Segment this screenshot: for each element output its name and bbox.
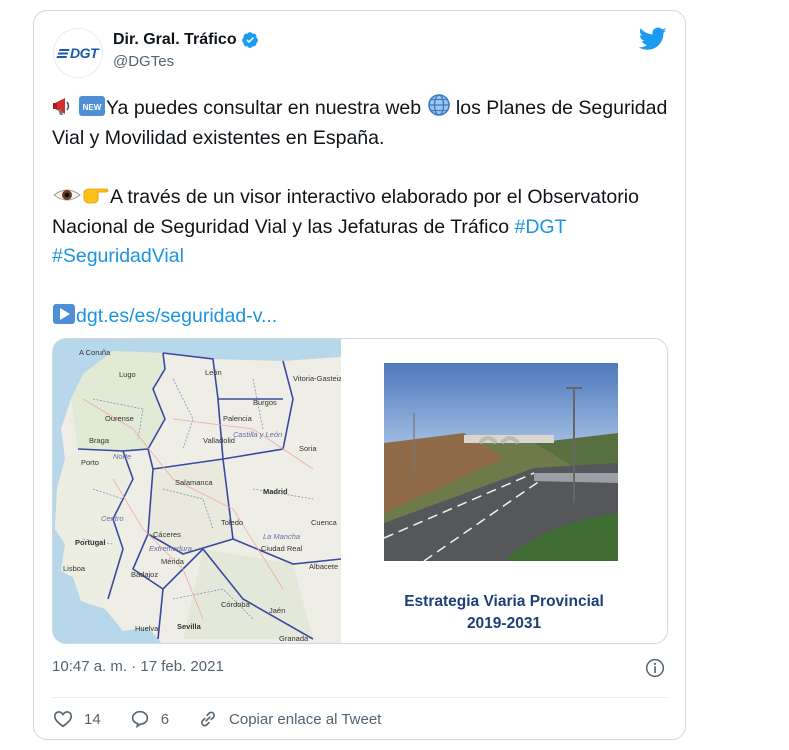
megaphone-icon	[53, 98, 70, 115]
heart-icon	[53, 711, 73, 728]
tweet-paragraph-3: dgt.es/es/seguridad-v...	[52, 302, 672, 332]
verified-badge-icon	[241, 32, 258, 48]
svg-text:Albacete: Albacete	[309, 562, 338, 571]
cover-title: Estrategia Viaria Provincial 2019-2031	[341, 591, 667, 635]
svg-text:Braga: Braga	[89, 436, 110, 445]
svg-text:Mérida: Mérida	[161, 557, 185, 566]
eye-icon	[53, 189, 81, 201]
svg-text:Vitoria-Gasteiz: Vitoria-Gasteiz	[293, 374, 341, 383]
svg-text:Lisboa: Lisboa	[63, 564, 86, 573]
svg-text:Lugo: Lugo	[119, 370, 136, 379]
road-photo	[384, 363, 618, 561]
reply-count: 6	[160, 710, 170, 728]
tweet-link[interactable]: dgt.es/es/seguridad-v...	[76, 305, 277, 327]
author-name-row[interactable]: Dir. Gral. Tráfico	[113, 31, 259, 49]
svg-text:Ciudad Real: Ciudad Real	[261, 544, 303, 553]
copy-link-button[interactable]: Copiar enlace al Tweet	[197, 708, 381, 730]
svg-text:Porto: Porto	[81, 458, 99, 467]
author-name[interactable]: Dir. Gral. Tráfico	[113, 31, 237, 49]
svg-text:Centro: Centro	[101, 514, 124, 523]
reply-bubble-icon	[131, 710, 148, 729]
svg-text:Madrid: Madrid	[263, 487, 288, 496]
tweet-paragraph-2: A través de un visor interactivo elabora…	[52, 183, 672, 272]
cover-document: Estrategia Viaria Provincial 2019-2031	[341, 339, 667, 643]
svg-text:Norte: Norte	[113, 452, 131, 461]
svg-text:Valladolid: Valladolid	[203, 436, 235, 445]
link-icon	[201, 711, 215, 727]
svg-text:Cuenca: Cuenca	[311, 518, 338, 527]
globe-icon	[427, 94, 450, 116]
tweet-card[interactable]: DGT Dir. Gral. Tráfico @DGTes NEW Ya pue…	[33, 10, 686, 740]
svg-text:Palencia: Palencia	[223, 414, 253, 423]
svg-text:La Mancha: La Mancha	[263, 532, 300, 541]
svg-text:Portugal: Portugal	[75, 538, 105, 547]
svg-text:Cáceres: Cáceres	[153, 530, 181, 539]
spain-map-svg: A Coruña Lugo León Vitoria-Gasteiz Ouren…	[53, 339, 342, 643]
dgt-logo-stripes	[56, 48, 70, 58]
author-handle[interactable]: @DGTes	[113, 53, 174, 70]
cover-title-line-1: Estrategia Viaria Provincial	[404, 593, 604, 610]
svg-text:Huelva: Huelva	[135, 624, 159, 633]
link-preview-card[interactable]: A Coruña Lugo León Vitoria-Gasteiz Ouren…	[52, 338, 668, 644]
info-icon[interactable]	[645, 658, 665, 678]
avatar[interactable]: DGT	[53, 28, 103, 78]
tweet-text: NEW Ya puedes consultar en nuestra web l…	[52, 93, 672, 331]
like-button[interactable]: 14	[52, 708, 101, 730]
svg-text:Córdoba: Córdoba	[221, 600, 251, 609]
svg-text:Castilla y León: Castilla y León	[233, 430, 282, 439]
svg-text:Burgos: Burgos	[253, 398, 277, 407]
tweet-timestamp[interactable]: 10:47 a. m. · 17 feb. 2021	[52, 658, 224, 675]
reply-button[interactable]: 6	[129, 708, 169, 730]
twitter-bird-icon[interactable]	[639, 27, 667, 51]
svg-text:Granada: Granada	[279, 634, 309, 643]
svg-text:Salamanca: Salamanca	[175, 478, 213, 487]
svg-text:Toledo: Toledo	[221, 518, 243, 527]
action-bar: 14 6 Copiar enlace al Tweet	[52, 707, 409, 731]
new-badge-icon: NEW	[79, 96, 105, 116]
svg-text:Sevilla: Sevilla	[177, 622, 202, 631]
svg-text:Extremadura: Extremadura	[149, 544, 192, 553]
svg-text:Badajoz: Badajoz	[131, 570, 158, 579]
tweet-paragraph-1: NEW Ya puedes consultar en nuestra web l…	[52, 93, 672, 153]
svg-text:A Coruña: A Coruña	[79, 348, 111, 357]
hashtag-seguridadvial[interactable]: #SeguridadVial	[52, 245, 184, 267]
svg-text:León: León	[205, 368, 222, 377]
dgt-logo: DGT	[56, 45, 99, 61]
divider	[52, 697, 667, 698]
dgt-logo-text: DGT	[69, 45, 99, 61]
cover-title-line-2: 2019-2031	[466, 615, 542, 632]
tweet-text-part-1a: Ya puedes consultar en nuestra web	[106, 97, 427, 119]
spain-map-image: A Coruña Lugo León Vitoria-Gasteiz Ouren…	[53, 339, 342, 643]
like-count: 14	[84, 710, 101, 728]
pointing-right-icon	[83, 188, 109, 204]
svg-text:Soria: Soria	[299, 444, 317, 453]
svg-text:Ourense: Ourense	[105, 414, 134, 423]
play-button-icon	[53, 303, 75, 324]
svg-text:NEW: NEW	[83, 103, 102, 112]
hashtag-dgt[interactable]: #DGT	[515, 216, 567, 238]
copy-link-label: Copiar enlace al Tweet	[229, 710, 382, 728]
svg-text:Jaén: Jaén	[269, 606, 285, 615]
